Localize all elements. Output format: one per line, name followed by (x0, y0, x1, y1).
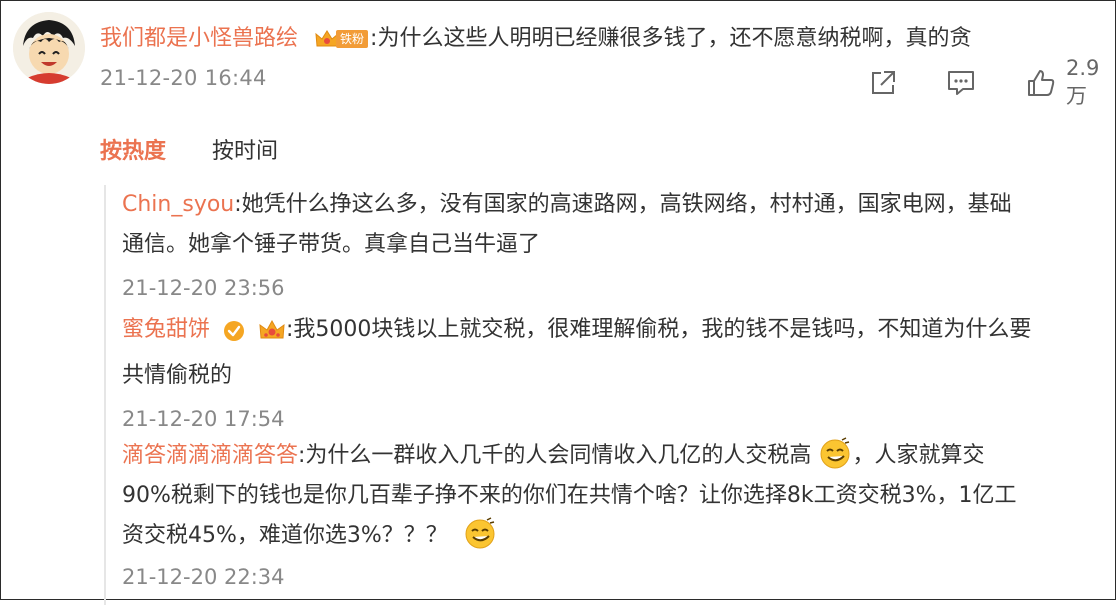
comment-text: Chin_syou:她凭什么挣这么多，没有国家的高速路网，高铁网络，村村通，国家… (122, 185, 1104, 225)
comment-line: :我5000块钱以上就交税，很难理解偷税，我的钱不是钱吗，不知道为什么要 (286, 317, 1032, 342)
comment-username[interactable]: 蜜兔甜饼 (122, 317, 210, 342)
comment-time: 21-12-20 23:56 (122, 276, 285, 300)
comment-text: 蜜兔甜饼 :我5000块钱以上就交税，很难理解偷税，我的钱不是钱吗，不知道为什么… (122, 310, 1104, 356)
share-icon[interactable] (868, 68, 898, 98)
comment-line: 资交税45%，难道你选3%？？？ (122, 523, 448, 548)
list-item: 蜜兔甜饼 :我5000块钱以上就交税，很难理解偷税，我的钱不是钱吗，不知道为什么… (122, 310, 1104, 434)
comment-line: :她凭什么挣这么多，没有国家的高速路网，高铁网络，村村通，国家电网，基础 (234, 192, 1012, 217)
comment-username[interactable]: 滴答滴滴滴滴答答 (122, 443, 298, 468)
comment-text: 资交税45%，难道你选3%？？？ (122, 516, 1104, 556)
comment-username[interactable]: Chin_syou (122, 192, 234, 217)
fan-badge: 铁粉 (314, 28, 369, 50)
comment-line: ，人家就算交 (852, 443, 985, 468)
comment-line: 共情偷税的 (122, 363, 233, 388)
post-username[interactable]: 我们都是小怪兽路绘 (100, 22, 298, 56)
comment-time: 21-12-20 22:34 (122, 565, 285, 589)
smirk-emoji-icon (820, 437, 850, 469)
fan-label: 铁粉 (336, 30, 369, 48)
like-count: 2.9万 (1066, 56, 1100, 108)
tab-sort-time[interactable]: 按时间 (212, 133, 278, 165)
verified-badge-icon (223, 316, 245, 356)
post-time: 21-12-20 16:44 (100, 66, 267, 90)
thumbs-up-icon[interactable] (1026, 68, 1056, 98)
comment-text: 滴答滴滴滴滴答答:为什么一群收入几千的人会同情收入几亿的人交税高 ，人家就算交 (122, 436, 1104, 476)
comment-time: 21-12-20 17:54 (122, 407, 285, 431)
comment-icon[interactable] (946, 68, 976, 98)
post-content: 我们都是小怪兽路绘 铁粉 :为什么这些人明明已经赚很多钱了，还不愿意纳税啊，真的… (100, 22, 971, 56)
tab-sort-hot[interactable]: 按热度 (100, 133, 166, 165)
comment-line: :为什么一群收入几千的人会同情收入几亿的人交税高 (298, 443, 812, 468)
list-item: 滴答滴滴滴滴答答:为什么一群收入几千的人会同情收入几亿的人交税高 ，人家就算交 … (122, 436, 1104, 592)
avatar[interactable] (13, 12, 85, 84)
comment-line: 通信。她拿个锤子带货。真拿自己当牛逼了 (122, 232, 541, 257)
list-item: Chin_syou:她凭什么挣这么多，没有国家的高速路网，高铁网络，村村通，国家… (122, 185, 1104, 303)
crown-icon (258, 316, 286, 356)
comment-line: 90%税剩下的钱也是你几百辈子挣不来的你们在共情个啥？让你选择8k工资交税3%，… (122, 483, 1017, 508)
comment-list: Chin_syou:她凭什么挣这么多，没有国家的高速路网，高铁网络，村村通，国家… (104, 185, 1106, 605)
post-text: :为什么这些人明明已经赚很多钱了，还不愿意纳税啊，真的贪 (370, 26, 972, 51)
post-actions: 2.9万 (868, 56, 1118, 108)
smirk-emoji-icon (465, 517, 495, 549)
